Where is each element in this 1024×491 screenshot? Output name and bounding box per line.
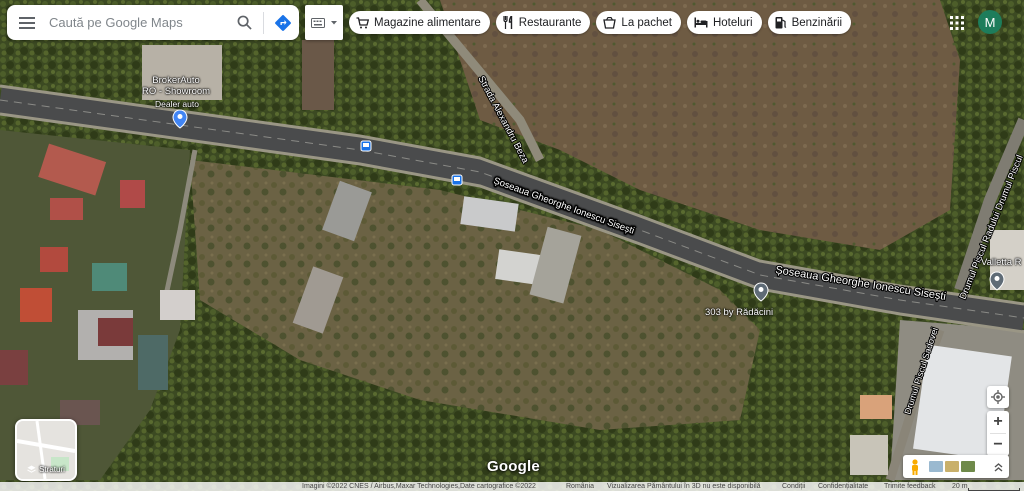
poi-label-radacini[interactable]: 303 by Rădăcini [705, 307, 773, 318]
layers-label-row: Straturi [17, 465, 75, 474]
google-apps-button[interactable] [946, 12, 968, 34]
imagery-attribution: Imagini ©2022 CNES / Airbus,Maxar Techno… [302, 483, 536, 490]
building [302, 40, 334, 110]
chip-restaurants-label: Restaurante [518, 16, 582, 29]
directions-button[interactable] [267, 5, 299, 40]
chevron-down-icon [330, 20, 337, 24]
hamburger-icon [19, 16, 35, 29]
chip-groceries[interactable]: Magazine alimentare [349, 11, 490, 34]
zoom-control: + − [987, 411, 1009, 456]
google-logo: Google [487, 458, 540, 475]
building [850, 435, 888, 475]
layers-icon [27, 465, 36, 473]
country-link[interactable]: România [566, 482, 594, 491]
fork-knife-icon [503, 16, 512, 29]
poi-label-broker-line2: RO - Showroom [142, 86, 211, 97]
poi-label-broker-line1: BrokerAuto [152, 75, 200, 86]
building [120, 180, 145, 208]
takeout-icon [603, 16, 617, 29]
feedback-link[interactable]: Trimite feedback [884, 482, 935, 491]
directions-icon [275, 14, 291, 31]
pegman-icon [912, 458, 918, 475]
chip-groceries-label: Magazine alimentare [374, 16, 481, 29]
street-view-button[interactable] [903, 455, 927, 478]
search-input[interactable] [47, 14, 228, 31]
privacy-link[interactable]: Confidențialitate [818, 482, 868, 491]
expand-button[interactable] [987, 455, 1009, 478]
apps-grid-icon [950, 16, 964, 30]
layers-label: Straturi [39, 465, 65, 474]
chip-restaurants[interactable]: Restaurante [495, 11, 591, 34]
building [20, 288, 52, 322]
chevron-up-double-icon [994, 462, 1002, 472]
account-avatar[interactable]: M [978, 10, 1002, 34]
bed-icon [694, 17, 708, 28]
chip-gas-stations[interactable]: Benzinării [767, 11, 852, 34]
attribution-footer: Imagini ©2022 CNES / Airbus,Maxar Techno… [0, 482, 1024, 491]
poi-label-broker[interactable]: BrokerAuto RO - Showroom [142, 75, 210, 97]
zoom-out-button[interactable]: − [987, 434, 1009, 456]
building [40, 247, 68, 272]
poi-label-valletta[interactable]: Valletta R [981, 257, 1021, 268]
imagery-thumbnail-1[interactable] [929, 461, 943, 472]
building [0, 350, 28, 385]
chip-takeout-label: La pachet [621, 16, 672, 29]
search-icon [237, 15, 252, 30]
building [98, 318, 133, 346]
scale-label[interactable]: 20 m [952, 482, 968, 491]
menu-button[interactable] [7, 5, 47, 40]
greenhouse [138, 335, 168, 390]
bus-stop-icon[interactable] [360, 140, 372, 152]
building [50, 198, 83, 220]
chip-hotels-label: Hoteluri [712, 16, 753, 29]
imagery-thumbnail-3[interactable] [961, 461, 975, 472]
chip-gas-stations-label: Benzinării [791, 16, 843, 29]
building [860, 395, 892, 419]
3d-notice: Vizualizarea Pământului în 3D nu este di… [607, 483, 761, 490]
category-chips: Magazine alimentare Restaurante La pache… [349, 11, 852, 34]
layers-button[interactable]: Straturi [15, 419, 77, 481]
keyboard-icon [310, 17, 325, 28]
building [92, 263, 127, 291]
satellite-map[interactable]: Șoseaua Gheorghe Ionescu Sisești Șoseaua… [0, 0, 1024, 491]
gas-station-icon [775, 17, 786, 29]
bus-stop-icon[interactable] [451, 174, 463, 186]
terms-link[interactable]: Condiții [782, 482, 805, 491]
poi-sublabel-broker: Dealer auto [155, 99, 199, 109]
imagery-thumbnail-2[interactable] [945, 461, 959, 472]
chip-takeout[interactable]: La pachet [596, 11, 681, 34]
search-box [7, 5, 299, 40]
input-tools-button[interactable] [305, 5, 343, 40]
building [160, 290, 195, 320]
my-location-button[interactable] [987, 386, 1009, 408]
my-location-icon [991, 390, 1005, 404]
bottom-toolbar [903, 455, 1009, 478]
search-divider [263, 11, 264, 34]
search-button[interactable] [228, 5, 260, 40]
chip-hotels[interactable]: Hoteluri [686, 11, 762, 34]
cart-icon [356, 16, 369, 28]
zoom-in-button[interactable]: + [987, 411, 1009, 433]
